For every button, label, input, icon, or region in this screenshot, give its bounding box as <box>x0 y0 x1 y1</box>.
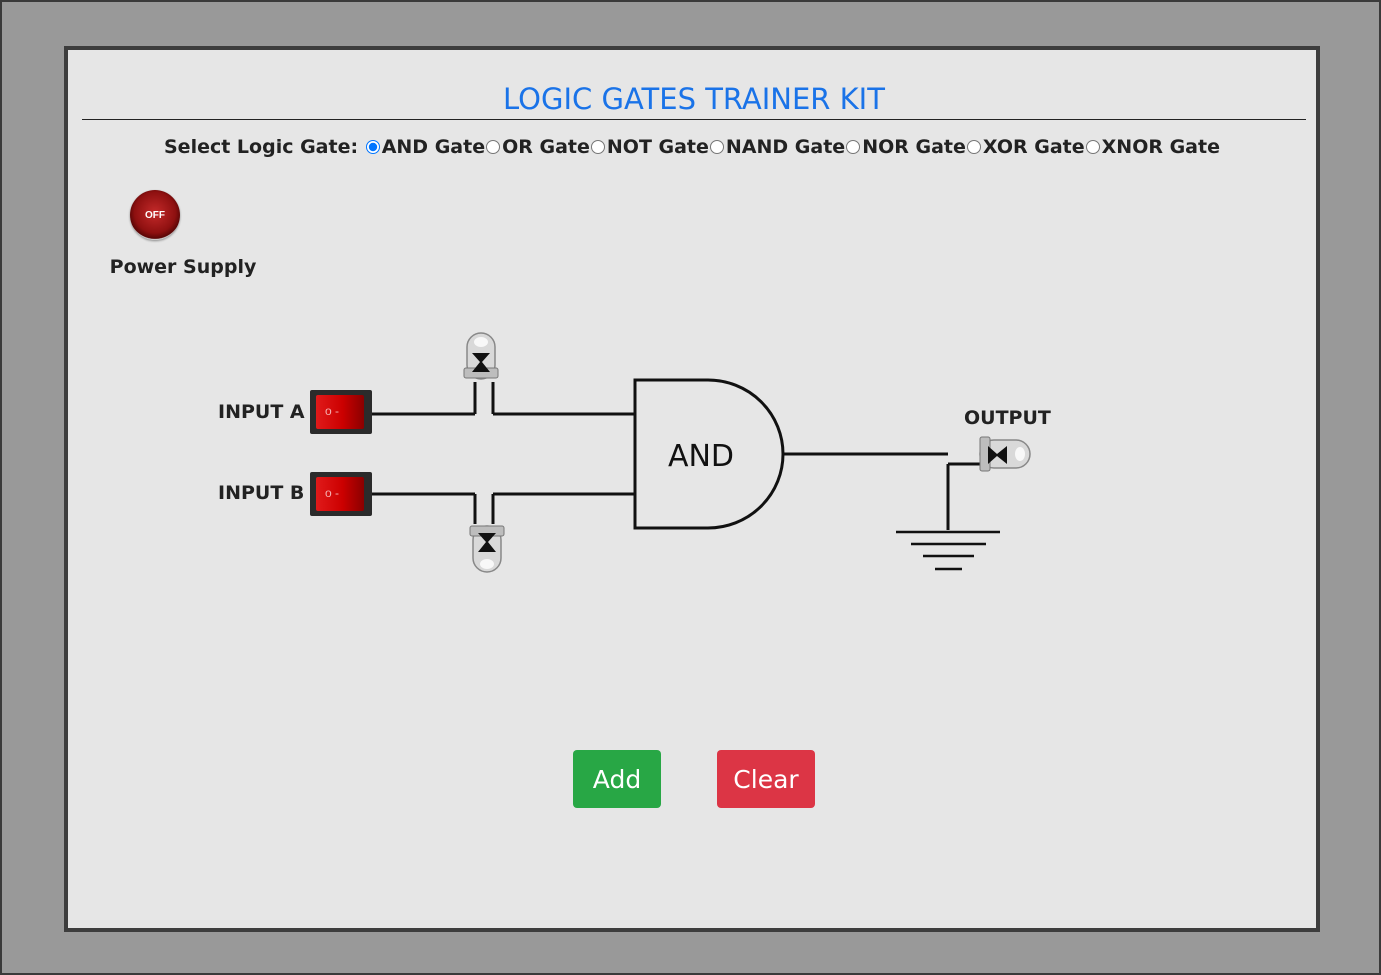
rocker-switch-icon: o - <box>316 477 364 511</box>
led-input-b-icon <box>469 525 505 573</box>
wire-input-b <box>372 492 635 524</box>
clear-button[interactable]: Clear <box>717 750 815 808</box>
led-output-icon <box>979 436 1031 472</box>
trainer-panel: LOGIC GATES TRAINER KIT Select Logic Gat… <box>64 46 1320 932</box>
gate-symbol-text: AND <box>668 439 734 474</box>
add-button[interactable]: Add <box>573 750 661 808</box>
ground-icon <box>896 530 1000 571</box>
led-input-a-icon <box>463 332 499 380</box>
input-b-switch[interactable]: o - <box>310 472 372 516</box>
rocker-switch-icon: o - <box>316 395 364 429</box>
input-a-label: INPUT A <box>218 401 305 423</box>
wire-output <box>783 452 980 530</box>
wire-input-a <box>372 382 635 416</box>
input-b-label: INPUT B <box>218 482 305 504</box>
output-label: OUTPUT <box>964 407 1051 429</box>
input-a-switch[interactable]: o - <box>310 390 372 434</box>
